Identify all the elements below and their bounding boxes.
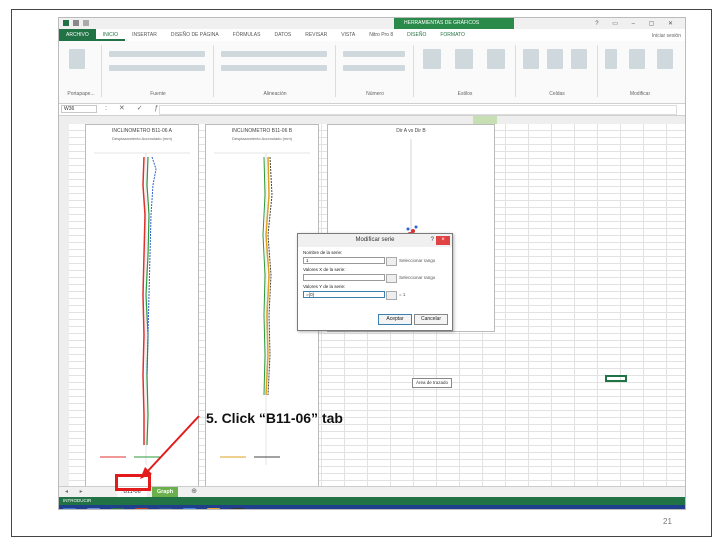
- step-callout: 5. Click “B11-06” tab: [206, 410, 343, 426]
- callout-arrow: [140, 415, 200, 479]
- b11-06-tab-highlight: [115, 474, 151, 491]
- page-number: 21: [663, 517, 672, 526]
